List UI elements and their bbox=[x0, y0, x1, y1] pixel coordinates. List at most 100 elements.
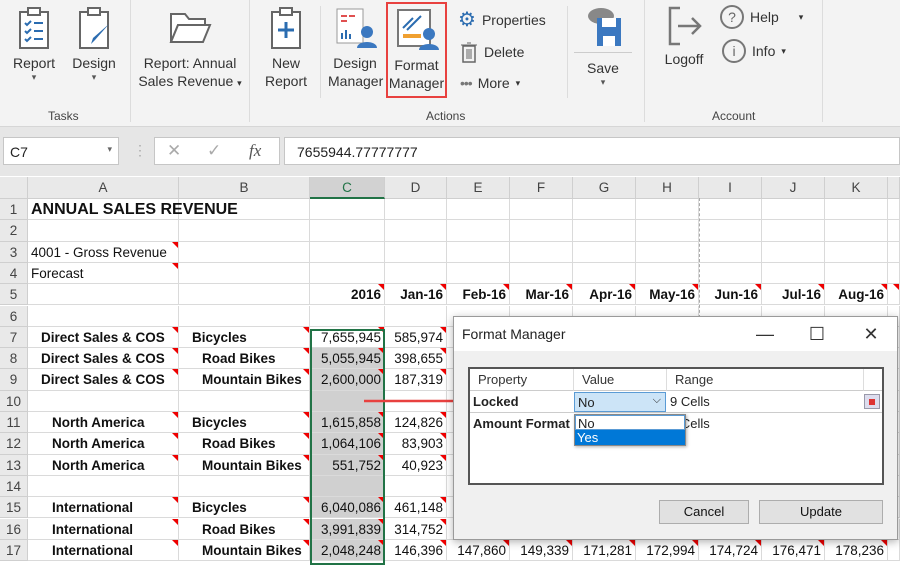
row-header-8[interactable]: 8 bbox=[0, 348, 28, 370]
empty-cell[interactable] bbox=[762, 262, 825, 285]
empty-cell[interactable] bbox=[179, 220, 310, 242]
cell[interactable]: International bbox=[28, 518, 179, 540]
empty-cell[interactable] bbox=[28, 475, 179, 498]
empty-cell[interactable] bbox=[385, 262, 447, 285]
empty-cell[interactable] bbox=[825, 241, 888, 263]
empty-cell[interactable] bbox=[762, 199, 825, 221]
column-header-H[interactable]: H bbox=[636, 177, 699, 199]
row-header-6[interactable]: 6 bbox=[0, 305, 28, 327]
column-header-D[interactable]: D bbox=[385, 177, 447, 199]
help-button[interactable]: ? Help ▾ bbox=[720, 5, 803, 29]
row-header-11[interactable]: 11 bbox=[0, 412, 28, 434]
report-selector[interactable]: Report: Annual Sales Revenue ▾ bbox=[138, 6, 242, 92]
row-header-17[interactable]: 17 bbox=[0, 539, 28, 562]
cell[interactable]: International bbox=[28, 539, 179, 562]
cell[interactable]: 551,752 bbox=[310, 454, 385, 476]
cell[interactable]: Aug-16 bbox=[825, 284, 888, 306]
empty-cell[interactable] bbox=[310, 220, 385, 242]
update-button[interactable]: Update bbox=[759, 500, 883, 524]
empty-cell[interactable] bbox=[447, 220, 510, 242]
empty-cell[interactable] bbox=[636, 241, 699, 263]
cell[interactable]: 7,655,945 bbox=[310, 326, 385, 349]
cancel-button[interactable]: Cancel bbox=[659, 500, 749, 524]
empty-cell[interactable] bbox=[179, 284, 310, 306]
cell[interactable]: Apr-16 bbox=[573, 284, 636, 306]
row-header-12[interactable]: 12 bbox=[0, 433, 28, 455]
empty-cell[interactable] bbox=[573, 262, 636, 285]
empty-cell[interactable] bbox=[310, 475, 385, 498]
empty-cell[interactable] bbox=[179, 305, 310, 327]
cell[interactable]: 146,396 bbox=[385, 539, 447, 562]
empty-cell[interactable] bbox=[385, 475, 447, 498]
empty-cell[interactable] bbox=[179, 475, 310, 498]
empty-cell[interactable] bbox=[510, 220, 573, 242]
cell[interactable]: 1,064,106 bbox=[310, 433, 385, 455]
empty-cell[interactable] bbox=[699, 262, 762, 285]
cell[interactable]: Road Bikes bbox=[179, 518, 310, 540]
column-header-F[interactable]: F bbox=[510, 177, 573, 199]
empty-cell[interactable] bbox=[699, 199, 762, 221]
cell[interactable]: 2016 bbox=[310, 284, 385, 306]
cell[interactable]: 149,339 bbox=[510, 539, 573, 562]
cell[interactable]: Mountain Bikes bbox=[179, 454, 310, 476]
empty-cell[interactable] bbox=[510, 262, 573, 285]
empty-cell[interactable] bbox=[636, 199, 699, 221]
empty-cell[interactable] bbox=[385, 305, 447, 327]
cell[interactable]: 178,236 bbox=[825, 539, 888, 562]
more-button[interactable]: ••• More ▾ bbox=[460, 75, 520, 91]
empty-cell[interactable] bbox=[825, 199, 888, 221]
row-header-13[interactable]: 13 bbox=[0, 454, 28, 476]
empty-cell[interactable] bbox=[762, 241, 825, 263]
cell[interactable]: Mountain Bikes bbox=[179, 369, 310, 391]
empty-cell[interactable] bbox=[636, 220, 699, 242]
report-button[interactable]: Report ▾ bbox=[8, 6, 60, 82]
column-header-K[interactable]: K bbox=[825, 177, 888, 199]
cell[interactable]: 398,655 bbox=[385, 348, 447, 370]
cell[interactable]: 176,471 bbox=[762, 539, 825, 562]
close-button[interactable]: ✕ bbox=[856, 321, 886, 347]
property-row-locked[interactable]: Locked No ⌵ 9 Cells bbox=[470, 391, 882, 413]
cell[interactable]: 461,148 bbox=[385, 497, 447, 519]
row-header-7[interactable]: 7 bbox=[0, 326, 28, 349]
column-header-A[interactable]: A bbox=[28, 177, 179, 199]
check-icon[interactable]: ✓ bbox=[207, 141, 221, 161]
cell[interactable]: ANNUAL SALES REVENUE bbox=[28, 199, 238, 221]
cell[interactable]: 187,319 bbox=[385, 369, 447, 391]
cell[interactable]: Bicycles bbox=[179, 497, 310, 519]
cell[interactable]: Direct Sales & COS bbox=[28, 369, 179, 391]
column-header-E[interactable]: E bbox=[447, 177, 510, 199]
empty-cell[interactable] bbox=[510, 199, 573, 221]
cell[interactable]: International bbox=[28, 497, 179, 519]
cell[interactable]: Bicycles bbox=[179, 326, 310, 349]
empty-cell[interactable] bbox=[28, 390, 179, 412]
cell[interactable]: Direct Sales & COS bbox=[28, 326, 179, 349]
row-header-5[interactable]: 5 bbox=[0, 284, 28, 306]
row-header-3[interactable]: 3 bbox=[0, 241, 28, 263]
empty-cell[interactable] bbox=[573, 199, 636, 221]
cell[interactable]: 585,974 bbox=[385, 326, 447, 349]
empty-cell[interactable] bbox=[310, 199, 385, 221]
empty-cell[interactable] bbox=[636, 262, 699, 285]
cell[interactable]: Forecast bbox=[28, 262, 179, 285]
cell[interactable]: May-16 bbox=[636, 284, 699, 306]
cell[interactable]: Mar-16 bbox=[510, 284, 573, 306]
select-all-button[interactable] bbox=[0, 177, 28, 199]
locked-value-dropdown[interactable]: No ⌵ bbox=[574, 392, 666, 412]
delete-button[interactable]: Delete bbox=[460, 41, 524, 63]
empty-cell[interactable] bbox=[825, 262, 888, 285]
cell[interactable]: Road Bikes bbox=[179, 433, 310, 455]
row-header-14[interactable]: 14 bbox=[0, 475, 28, 498]
cell[interactable]: Direct Sales & COS bbox=[28, 348, 179, 370]
format-manager-button[interactable]: Format Manager bbox=[386, 2, 447, 98]
maximize-button[interactable]: ☐ bbox=[802, 321, 832, 347]
row-header-16[interactable]: 16 bbox=[0, 518, 28, 540]
design-manager-button[interactable]: Design Manager bbox=[328, 6, 383, 90]
empty-cell[interactable] bbox=[888, 262, 900, 285]
empty-cell[interactable] bbox=[699, 241, 762, 263]
cell[interactable]: Road Bikes bbox=[179, 348, 310, 370]
logoff-button[interactable]: Logoff bbox=[660, 6, 708, 68]
cell[interactable]: 6,040,086 bbox=[310, 497, 385, 519]
empty-cell[interactable] bbox=[573, 220, 636, 242]
name-box[interactable]: C7 ▾ bbox=[3, 137, 119, 165]
empty-cell[interactable] bbox=[28, 305, 179, 327]
